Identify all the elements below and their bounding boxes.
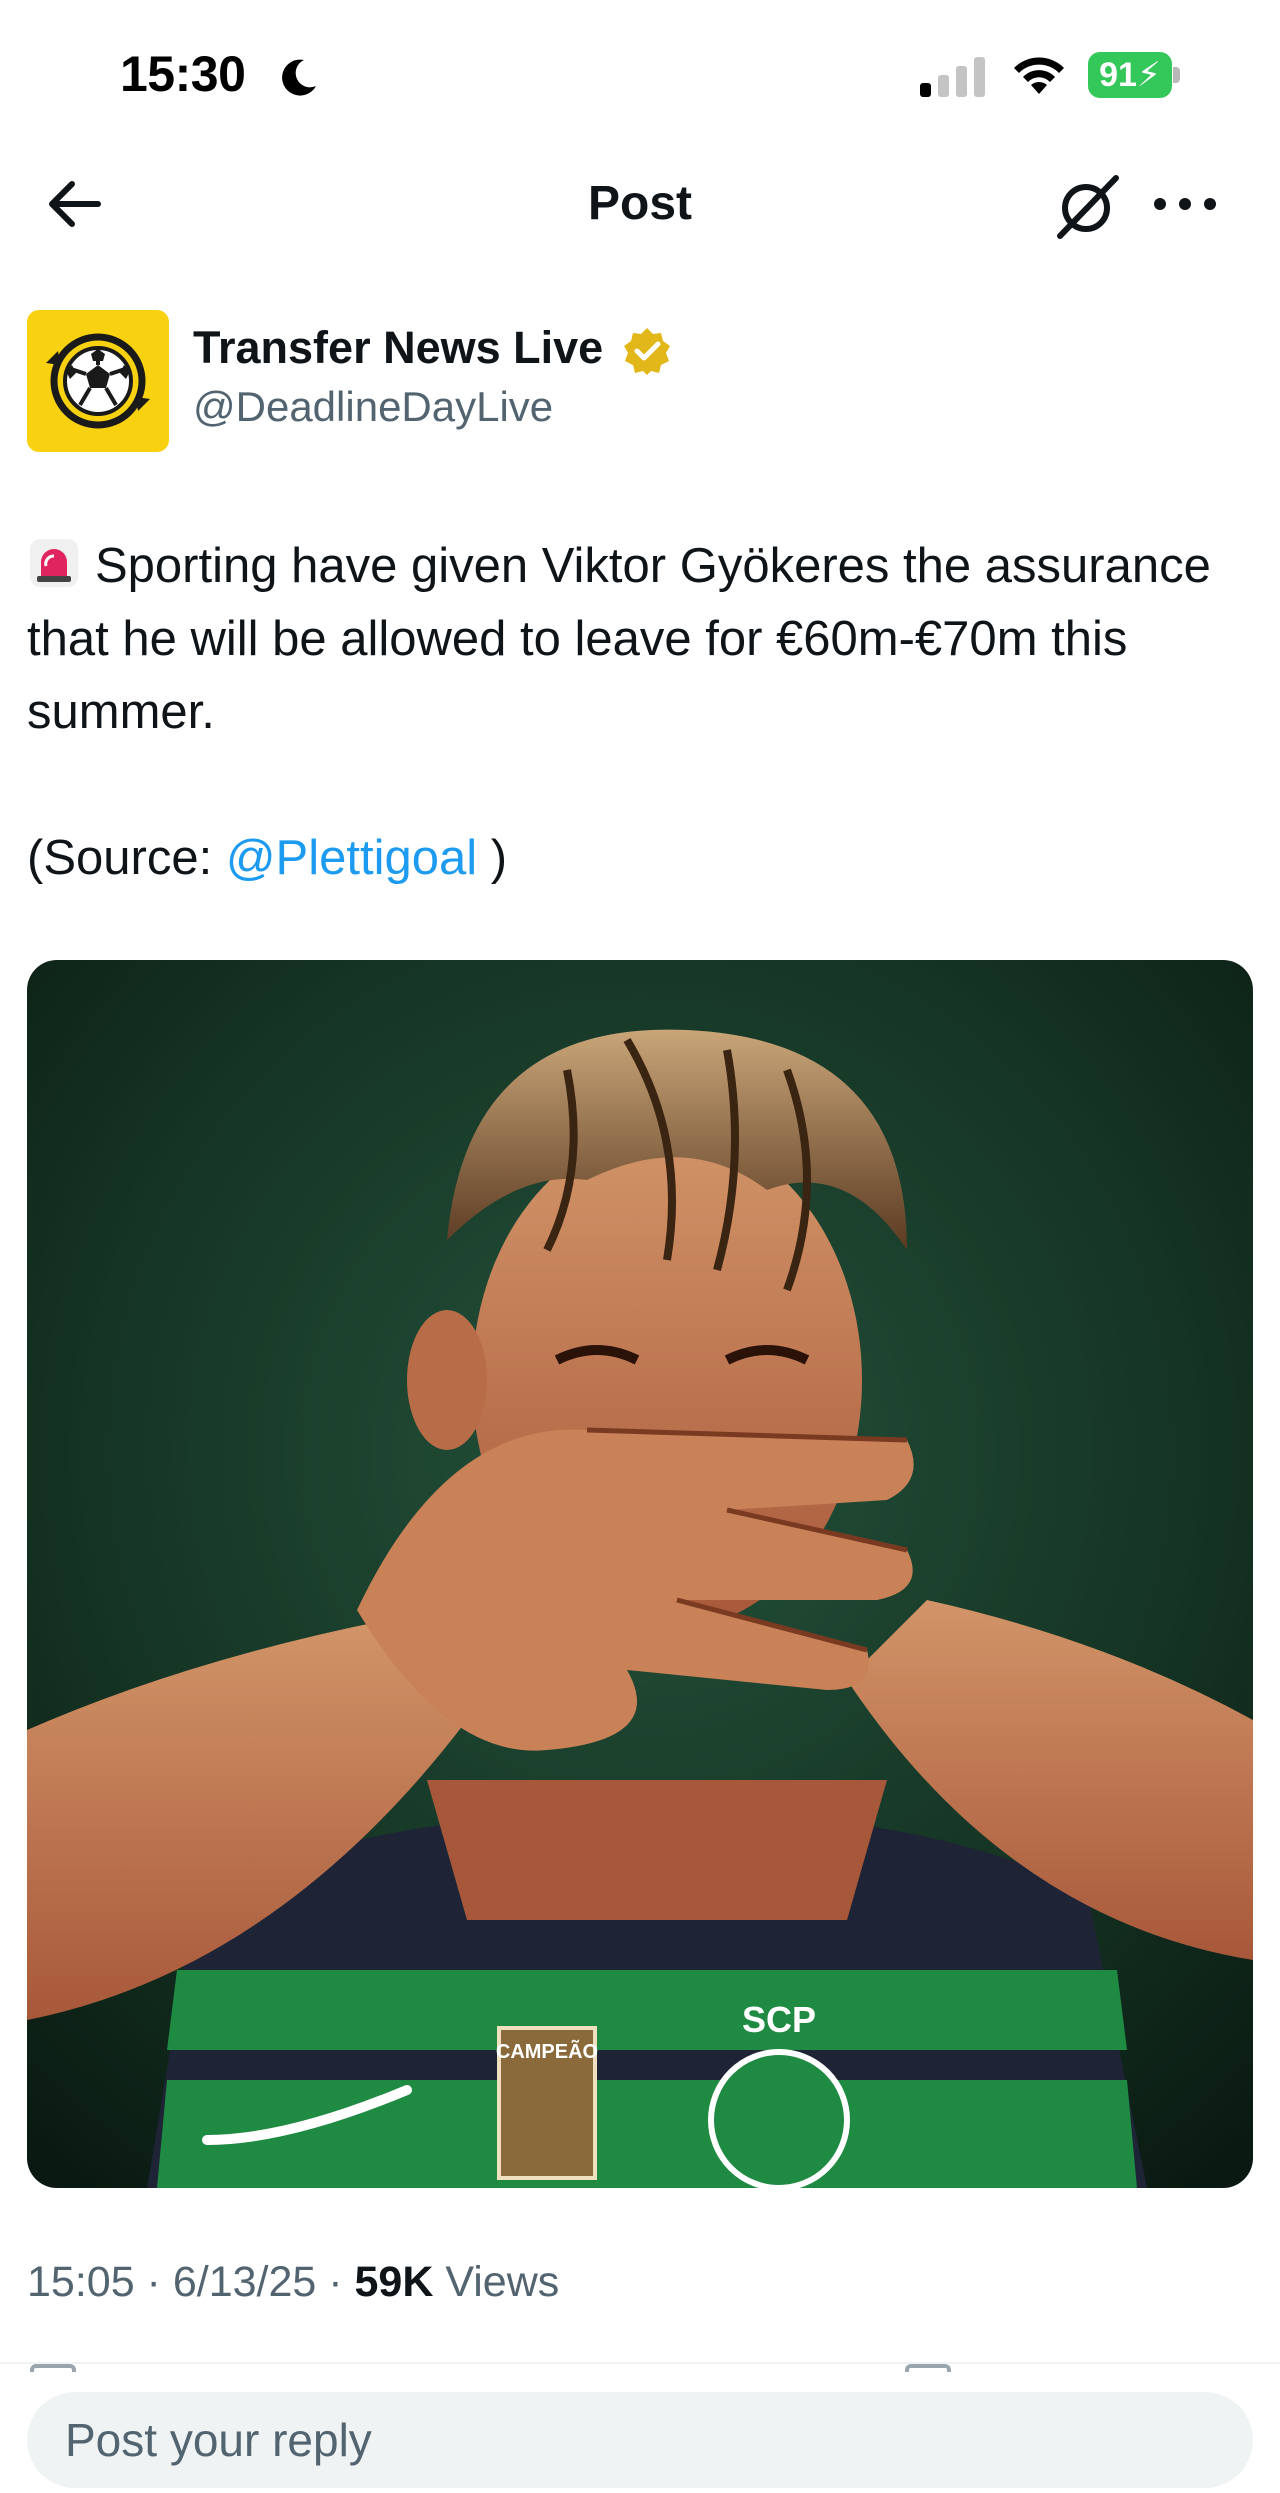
- source-suffix: ): [477, 831, 508, 885]
- views-label: Views: [433, 2258, 560, 2306]
- reply-input[interactable]: [27, 2392, 1253, 2488]
- battery-level: 91⚡: [1088, 52, 1172, 98]
- grok-icon[interactable]: [1054, 172, 1122, 240]
- siren-icon: [30, 539, 78, 587]
- bookmark-icon-partial: [905, 2364, 951, 2372]
- verified-badge-icon: [624, 328, 670, 375]
- post-text: Sporting have given Viktor Gyökeres the …: [27, 530, 1253, 895]
- post-body: Sporting have given Viktor Gyökeres the …: [27, 530, 1253, 749]
- author-name[interactable]: Transfer News Live: [193, 322, 603, 374]
- source-mention-link[interactable]: @Plettigoal: [226, 831, 477, 885]
- avatar[interactable]: [27, 310, 169, 452]
- meta-separator: ·: [134, 2258, 173, 2306]
- wifi-icon: [1014, 57, 1064, 94]
- top-nav: Post: [0, 150, 1280, 260]
- more-icon[interactable]: [1150, 182, 1220, 226]
- battery-cap: [1173, 67, 1180, 83]
- status-bar: 15:30 91⚡: [0, 0, 1280, 150]
- meta-separator: ·: [316, 2258, 355, 2306]
- source-prefix: (Source:: [27, 831, 226, 885]
- post-meta: 15:05 · 6/13/25 · 59K Views: [27, 2258, 559, 2307]
- post-body-text: Sporting have given Viktor Gyökeres the …: [27, 539, 1211, 739]
- battery-icon: 91⚡: [1088, 52, 1180, 98]
- post-date: 6/13/25: [172, 2258, 317, 2306]
- reply-icon-partial: [30, 2364, 76, 2372]
- badge-text: CAMPEÃO: [496, 2040, 598, 2063]
- post-time: 15:05: [27, 2258, 135, 2306]
- post-screen: 15:30 91⚡ Post Transfer News Live @Deadl…: [0, 0, 1280, 2493]
- status-time: 15:30: [120, 46, 246, 102]
- author-handle[interactable]: @DeadlineDayLive: [193, 383, 553, 431]
- signal-icon: [920, 57, 985, 97]
- views-count[interactable]: 59K: [355, 2258, 434, 2306]
- soccer-ball-transfer-icon: [46, 333, 150, 429]
- crest-text: SCP: [742, 1999, 816, 2040]
- source-line: (Source: @Plettigoal ): [27, 822, 1253, 895]
- reply-bar: [0, 2362, 1280, 2493]
- player-photo: CAMPEÃO SCP: [27, 960, 1253, 2188]
- moon-icon: [282, 59, 316, 96]
- post-image[interactable]: CAMPEÃO SCP: [27, 960, 1253, 2188]
